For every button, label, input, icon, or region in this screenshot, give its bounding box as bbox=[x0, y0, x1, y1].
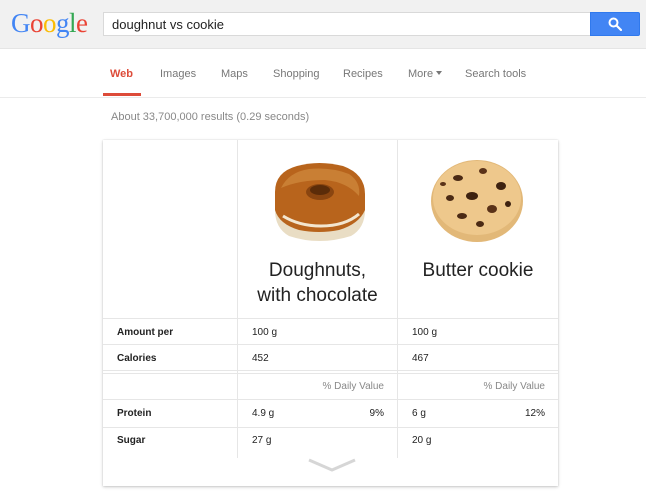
search-button[interactable] bbox=[590, 12, 640, 36]
sugar-cookie: 20 g bbox=[412, 435, 432, 446]
column-divider bbox=[397, 140, 398, 458]
logo-letter: G bbox=[11, 8, 31, 38]
row-divider bbox=[103, 399, 558, 400]
section-divider bbox=[103, 373, 558, 374]
daily-value-header: % Daily Value bbox=[322, 381, 384, 392]
calories-cookie: 467 bbox=[412, 353, 429, 364]
amount-cookie: 100 g bbox=[412, 327, 438, 338]
search-tabs-nav: Web Images Maps Shopping Recipes More Se… bbox=[0, 49, 646, 98]
active-tab-indicator bbox=[103, 93, 141, 96]
google-logo[interactable]: Google bbox=[11, 6, 88, 40]
tab-more-label: More bbox=[408, 68, 434, 80]
amount-doughnut: 100 g bbox=[252, 327, 278, 338]
search-icon bbox=[608, 17, 622, 31]
food-name-line: Butter cookie bbox=[422, 260, 534, 281]
nutrition-comparison-card: Doughnuts, with chocolate Butter cookie … bbox=[103, 140, 558, 486]
protein-cookie-dv: 12% bbox=[524, 408, 545, 419]
protein-doughnut-amount: 4.9 g bbox=[252, 408, 275, 419]
tab-shopping[interactable]: Shopping bbox=[273, 67, 320, 81]
food-name-doughnut[interactable]: Doughnuts, with chocolate bbox=[238, 258, 397, 308]
calories-label: Calories bbox=[117, 353, 157, 364]
logo-letter: o bbox=[43, 8, 57, 38]
tab-web[interactable]: Web bbox=[110, 67, 133, 81]
chevron-down-icon[interactable] bbox=[307, 458, 357, 472]
doughnut-image bbox=[275, 163, 365, 241]
tab-more[interactable]: More bbox=[408, 67, 443, 81]
sugar-label: Sugar bbox=[117, 435, 146, 446]
tab-search-tools[interactable]: Search tools bbox=[465, 67, 526, 81]
logo-letter: l bbox=[69, 8, 77, 38]
row-divider bbox=[103, 344, 558, 345]
food-name-line: with chocolate bbox=[257, 285, 378, 306]
protein-cookie-amount: 6 g bbox=[412, 408, 426, 419]
search-box bbox=[103, 12, 590, 36]
protein-label: Protein bbox=[117, 408, 152, 419]
logo-letter: g bbox=[56, 8, 70, 38]
logo-letter: o bbox=[30, 8, 44, 38]
tab-images[interactable]: Images bbox=[160, 67, 196, 81]
sugar-doughnut: 27 g bbox=[252, 435, 272, 446]
daily-value-header: % Daily Value bbox=[483, 381, 545, 392]
row-divider bbox=[103, 318, 558, 319]
search-input[interactable] bbox=[104, 13, 590, 35]
food-name-cookie[interactable]: Butter cookie bbox=[398, 258, 558, 283]
food-name-line: Doughnuts, bbox=[268, 260, 367, 281]
protein-doughnut-dv: 9% bbox=[369, 408, 384, 419]
row-divider bbox=[103, 427, 558, 428]
tab-maps[interactable]: Maps bbox=[221, 67, 248, 81]
results-stats: About 33,700,000 results (0.29 seconds) bbox=[111, 111, 310, 123]
row-divider bbox=[103, 370, 558, 371]
tab-recipes[interactable]: Recipes bbox=[343, 67, 383, 81]
dropdown-caret-icon bbox=[436, 71, 443, 75]
cookie-image bbox=[431, 160, 523, 242]
logo-letter: e bbox=[76, 8, 88, 38]
amount-per-label: Amount per bbox=[117, 327, 174, 338]
header-bar: Google bbox=[0, 0, 646, 49]
calories-doughnut: 452 bbox=[252, 353, 269, 364]
